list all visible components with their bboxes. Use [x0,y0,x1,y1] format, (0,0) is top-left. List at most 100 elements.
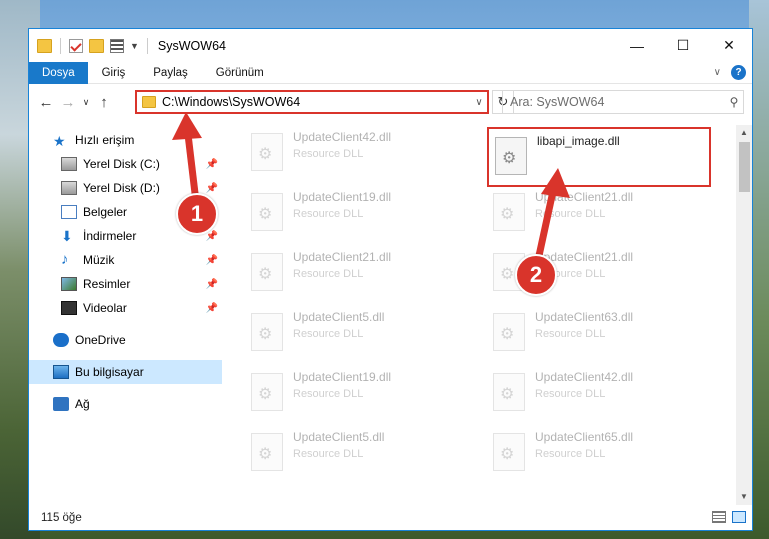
scroll-down-icon[interactable]: ▼ [736,489,752,505]
list-item[interactable]: UpdateClient42.dll Resource DLL [487,365,711,425]
large-icons-view-icon[interactable] [732,511,746,523]
sidebar-item-onedrive[interactable]: OneDrive [29,328,222,352]
search-box[interactable]: Ara: SysWOW64 ⚲ [502,90,744,114]
search-input[interactable]: Ara: SysWOW64 [503,95,725,109]
network-icon [53,397,69,411]
list-item[interactable]: UpdateClient21.dll Resource DLL [245,245,469,305]
pin-icon[interactable]: 📌 [206,255,218,266]
properties-check-icon[interactable] [69,38,83,53]
sidebar-item-this-pc[interactable]: Bu bilgisayar [29,360,222,384]
pin-icon[interactable]: 📌 [206,159,218,170]
sidebar-item-pictures[interactable]: Resimler 📌 [29,272,222,296]
dll-file-icon [251,193,283,231]
file-name: UpdateClient21.dll [293,250,392,264]
ribbon-right-controls: ∨ ? [714,65,746,80]
sidebar-item-local-disk-c[interactable]: Yerel Disk (C:) 📌 [29,152,222,176]
expand-ribbon-icon[interactable]: ∨ [714,67,721,78]
address-folder-icon [142,96,156,108]
dll-file-icon [493,373,525,411]
file-type: Resource DLL [535,448,606,460]
sidebar-item-network[interactable]: Ağ [29,392,222,416]
vertical-scrollbar[interactable]: ▲ ▼ [736,125,752,505]
explorer-window: ▼ SysWOW64 — ☐ ✕ Dosya Giriş Paylaş Görü… [28,28,753,531]
list-item[interactable]: UpdateClient21.dll Resource DLL [487,185,711,245]
file-type: Resource DLL [293,148,364,160]
pin-icon[interactable]: 📌 [206,303,218,314]
file-type: Resource DLL [293,268,364,280]
status-bar: 115 öğe [29,506,752,530]
address-bar[interactable]: C:\Windows\SysWOW64 ∨ [135,90,489,114]
item-count: 115 öğe [41,512,82,524]
close-button[interactable]: ✕ [706,29,752,62]
list-item[interactable]: UpdateClient42.dll Resource DLL [245,125,469,185]
dll-file-icon [251,433,283,471]
file-name: UpdateClient19.dll [293,190,392,204]
recent-locations-chevron-icon[interactable]: ∨ [79,97,93,108]
tab-file[interactable]: Dosya [29,61,88,84]
tab-share[interactable]: Paylaş [139,62,202,84]
address-dropdown-icon[interactable]: ∨ [471,97,487,108]
sidebar-item-label: Videolar [83,301,127,315]
dll-file-icon [493,193,525,231]
details-view-icon[interactable] [712,511,726,523]
search-icon[interactable]: ⚲ [725,95,743,109]
sidebar-item-label: Yerel Disk (D:) [83,181,160,195]
back-arrow-icon[interactable]: ← [35,94,57,111]
onedrive-icon [53,333,69,347]
file-type: Resource DLL [535,388,606,400]
minimize-button[interactable]: — [614,29,660,62]
sidebar-item-label: İndirmeler [83,229,137,243]
list-item[interactable]: UpdateClient19.dll Resource DLL [245,365,469,425]
file-name: UpdateClient42.dll [535,370,634,384]
file-name: UpdateClient63.dll [535,310,634,324]
list-item-libapi-image[interactable]: libapi_image.dll [487,127,711,187]
pin-icon[interactable]: 📌 [206,183,218,194]
forward-arrow-icon[interactable]: → [57,94,79,111]
up-arrow-icon[interactable]: ↑ [93,94,115,111]
sidebar-item-label: OneDrive [75,333,126,347]
sidebar-item-label: Belgeler [83,205,128,219]
view-buttons [712,511,746,523]
tab-view[interactable]: Görünüm [202,62,278,84]
dll-file-icon [251,133,283,171]
quick-access-star-icon: ★ [53,133,66,149]
properties-icon[interactable] [110,38,124,53]
dll-file-icon [251,373,283,411]
scroll-thumb[interactable] [739,142,750,192]
file-name: UpdateClient42.dll [293,130,392,144]
list-item[interactable]: UpdateClient19.dll Resource DLL [245,185,469,245]
file-name: UpdateClient65.dll [535,430,634,444]
sidebar-item-music[interactable]: ♪ Müzik 📌 [29,248,222,272]
qat-dropdown-icon[interactable]: ▼ [130,41,139,51]
file-name: libapi_image.dll [537,134,620,148]
scroll-up-icon[interactable]: ▲ [736,125,752,141]
file-type: Resource DLL [535,328,606,340]
tab-home[interactable]: Giriş [88,62,140,84]
file-type: Resource DLL [293,328,364,340]
pictures-icon [61,277,77,291]
dll-file-icon [495,137,527,175]
new-folder-icon[interactable] [89,38,104,53]
videos-icon [61,301,77,315]
drive-icon [61,157,77,171]
list-item[interactable]: UpdateClient63.dll Resource DLL [487,305,711,365]
step-1-badge: 1 [176,193,218,235]
file-list: UpdateClient42.dll Resource DLL UpdateCli… [245,125,739,505]
maximize-button[interactable]: ☐ [660,29,706,62]
folder-icon [37,38,52,53]
list-item[interactable]: UpdateClient5.dll Resource DLL [245,425,469,485]
sidebar-item-videos[interactable]: Videolar 📌 [29,296,222,320]
list-item[interactable]: UpdateClient65.dll Resource DLL [487,425,711,485]
toolbar-divider [60,37,61,54]
file-type: Resource DLL [293,448,364,460]
file-name: UpdateClient21.dll [535,190,634,204]
toolbar-divider [146,37,148,54]
step-2-badge: 2 [515,254,557,296]
sidebar-item-quick-access[interactable]: ★ Hızlı erişim [29,128,222,152]
list-item[interactable]: UpdateClient5.dll Resource DLL [245,305,469,365]
this-pc-icon [53,365,69,379]
pin-icon[interactable]: 📌 [206,279,218,290]
sidebar-item-label: Yerel Disk (C:) [83,157,160,171]
address-path[interactable]: C:\Windows\SysWOW64 [162,95,471,109]
help-icon[interactable]: ? [731,65,746,80]
